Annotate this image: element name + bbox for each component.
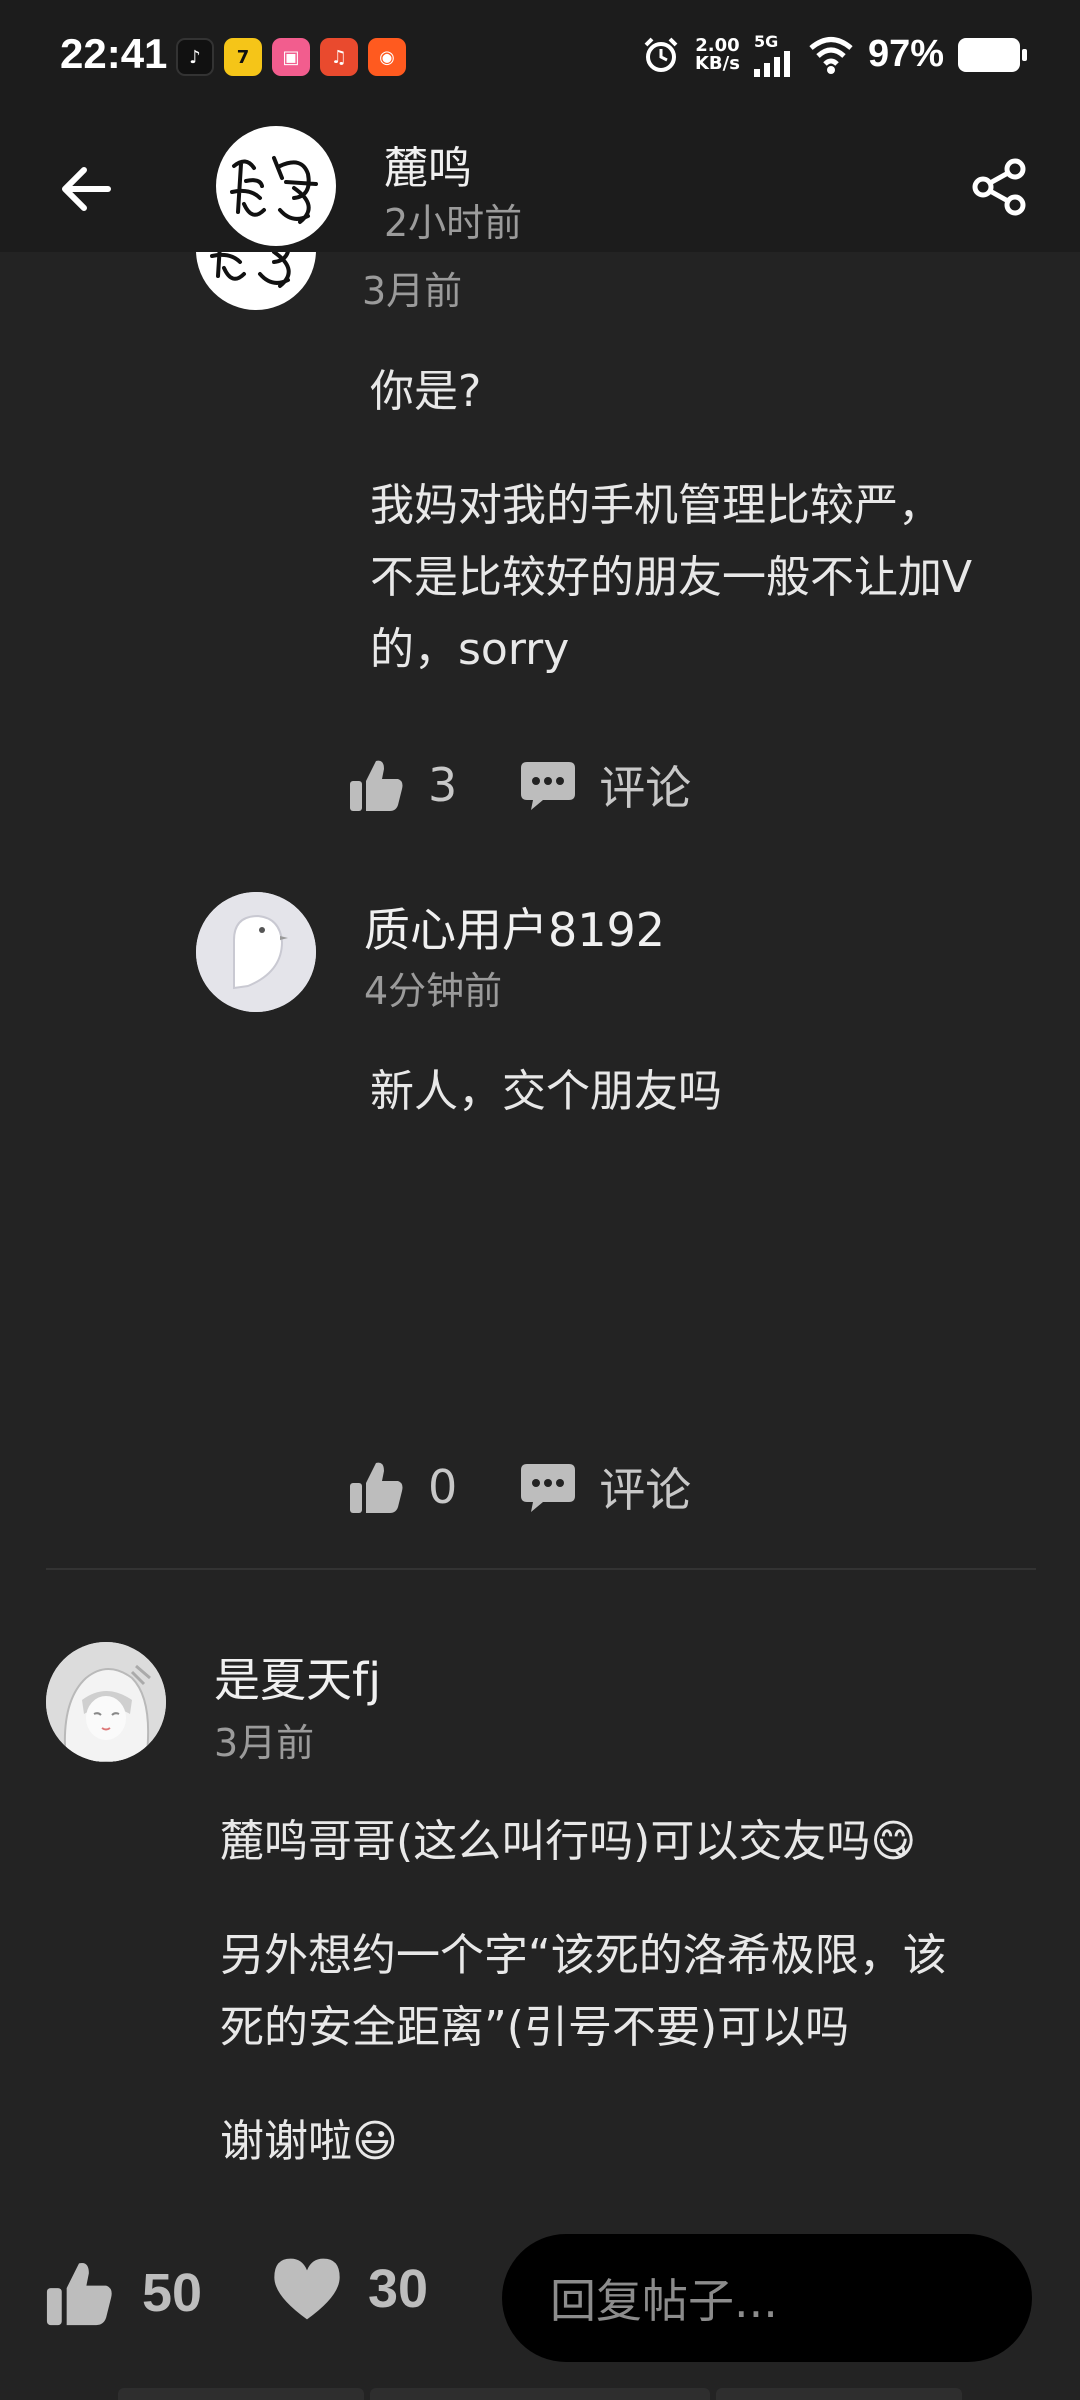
share-icon [972, 158, 1026, 216]
notification-app-icons: ♪ 7 ▣ ♫ ◉ [176, 38, 406, 76]
reply-user-avatar[interactable] [196, 892, 316, 1012]
post-header: 麓鸣 2小时前 [0, 118, 1080, 252]
post-text: 死的安全距离”(引号不要)可以吗 [220, 2002, 850, 2053]
post-user-avatar[interactable] [46, 1642, 166, 1762]
author-name[interactable]: 麓鸣 [384, 132, 472, 196]
post-text: 谢谢啦😃 [220, 2116, 398, 2167]
reply-input[interactable]: 回复帖子... [502, 2234, 1032, 2362]
like-count: 0 [428, 1460, 458, 1514]
author-avatar[interactable] [216, 126, 336, 246]
comment-actions: 3 评论 [346, 752, 691, 818]
comment-bubble-icon [521, 1464, 576, 1512]
heart-icon [274, 2258, 340, 2320]
status-bar: 22:41 ♪ 7 ▣ ♫ ◉ 2.00 KB/s 5G 97% [0, 0, 1080, 118]
reply-text: 新人，交个朋友吗 [370, 1066, 722, 1117]
post-time: 2小时前 [384, 201, 523, 245]
back-button[interactable] [50, 154, 120, 224]
post-text: 麓鸣哥哥(这么叫行吗)可以交友吗😋 [220, 1816, 917, 1867]
tiktok-icon: ♪ [176, 38, 214, 76]
reply-actions: 0 评论 [346, 1454, 691, 1520]
share-button[interactable] [964, 152, 1034, 222]
arrow-left-icon [62, 167, 111, 211]
comment-time: 3月前 [362, 269, 463, 313]
thumbs-up-icon [350, 760, 403, 811]
status-time: 22:41 [60, 30, 168, 77]
alarm-icon [644, 37, 678, 72]
post-like-count: 50 [142, 2263, 203, 2323]
comment-label: 评论 [599, 1463, 692, 1517]
comment-text: 你是? [370, 366, 482, 417]
reply-username[interactable]: 质心用户8192 [364, 894, 665, 960]
comment-text: 我妈对我的手机管理比较严， [370, 480, 942, 531]
like-count: 3 [428, 758, 458, 812]
bilibili-icon: ▣ [272, 38, 310, 76]
comment-label: 评论 [599, 761, 692, 815]
speed-unit: KB/s [694, 52, 740, 74]
nav-indicator [716, 2388, 962, 2400]
post-username[interactable]: 是夏天fj [214, 1644, 381, 1710]
bottom-action-bar: 50 30 回复帖子... [0, 2220, 1080, 2400]
wifi-icon [809, 36, 853, 74]
battery-icon [958, 37, 1027, 72]
network-type: 5G [753, 32, 779, 51]
post-favorite-count: 30 [368, 2259, 429, 2319]
anime-avatar-icon [46, 1642, 166, 1762]
calligraphy-avatar-icon [230, 156, 318, 224]
qimao-icon: 7 [224, 38, 262, 76]
signal-icon [753, 51, 790, 77]
like-button[interactable]: 0 [346, 1457, 457, 1517]
comment-button[interactable]: 评论 [519, 1454, 691, 1520]
reply-placeholder: 回复帖子... [550, 2274, 778, 2328]
nav-indicator [118, 2388, 364, 2400]
thumbs-up-icon [46, 2262, 112, 2326]
comment-bubble-icon [521, 762, 576, 810]
comment-text: 的，sorry [370, 624, 570, 675]
reply-time: 4分钟前 [364, 969, 503, 1013]
post-favorite-button[interactable]: 30 [272, 2256, 428, 2322]
comment-text: 不是比较好的朋友一般不让加V [370, 552, 973, 603]
like-button[interactable]: 3 [346, 755, 457, 815]
thumbs-up-icon [350, 1462, 403, 1513]
battery-percent: 97% [867, 33, 944, 75]
ting-icon: ♫ [320, 38, 358, 76]
post-like-button[interactable]: 50 [42, 2256, 202, 2330]
divider [46, 1568, 1036, 1570]
bird-avatar-icon [196, 892, 316, 1012]
post-text: 另外想约一个字“该死的洛希极限，该 [220, 1930, 947, 1981]
speed-value: 2.00 [695, 34, 740, 56]
post-time: 3月前 [214, 1721, 315, 1765]
network-speed: 2.00 KB/s [694, 34, 740, 74]
nav-indicator [370, 2388, 710, 2400]
taobao-icon: ◉ [368, 38, 406, 76]
comment-button[interactable]: 评论 [519, 752, 691, 818]
